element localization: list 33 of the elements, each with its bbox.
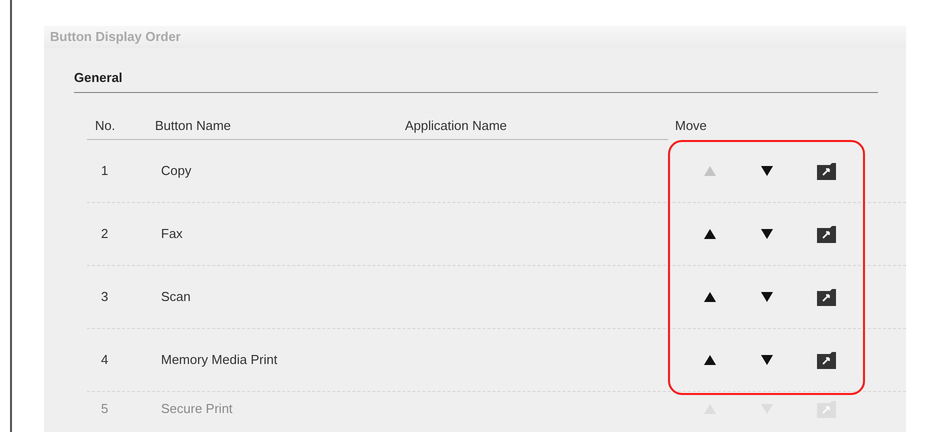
- edit-icon: [816, 288, 836, 306]
- edit-icon: [816, 162, 836, 180]
- down-triangle-icon: [761, 292, 773, 302]
- section-title: General: [74, 70, 122, 85]
- column-header: Button Name: [155, 116, 232, 134]
- edit-button[interactable]: [816, 351, 836, 369]
- row-number: 4: [100, 351, 110, 370]
- button-name: Copy: [161, 162, 192, 180]
- row-number: 2: [100, 225, 110, 244]
- down-triangle-icon: [761, 355, 773, 365]
- edit-button[interactable]: [816, 225, 836, 243]
- column-header: Move: [675, 116, 708, 134]
- up-triangle-icon: [704, 292, 716, 302]
- edit-button[interactable]: [816, 162, 836, 180]
- button-name: Memory Media Print: [161, 351, 278, 370]
- edit-icon: [816, 352, 836, 368]
- edit-icon: [816, 400, 836, 418]
- row-number: 1: [100, 162, 110, 180]
- down-triangle-icon: [761, 166, 773, 176]
- edit-button[interactable]: [816, 288, 836, 306]
- edit-icon: [816, 226, 836, 242]
- column-header: Application Name: [405, 116, 508, 135]
- button-name: Secure Print: [161, 400, 234, 418]
- up-triangle-icon: [704, 166, 716, 176]
- button-name: Fax: [161, 225, 184, 244]
- row-number: 5: [100, 400, 110, 418]
- row-number: 3: [100, 288, 110, 306]
- up-triangle-icon: [704, 355, 716, 365]
- down-triangle-icon: [761, 229, 773, 239]
- up-triangle-icon: [704, 229, 716, 239]
- button-name: Scan: [161, 288, 192, 306]
- panel-title: Button Display Order: [50, 28, 181, 46]
- column-header: No.: [94, 116, 116, 134]
